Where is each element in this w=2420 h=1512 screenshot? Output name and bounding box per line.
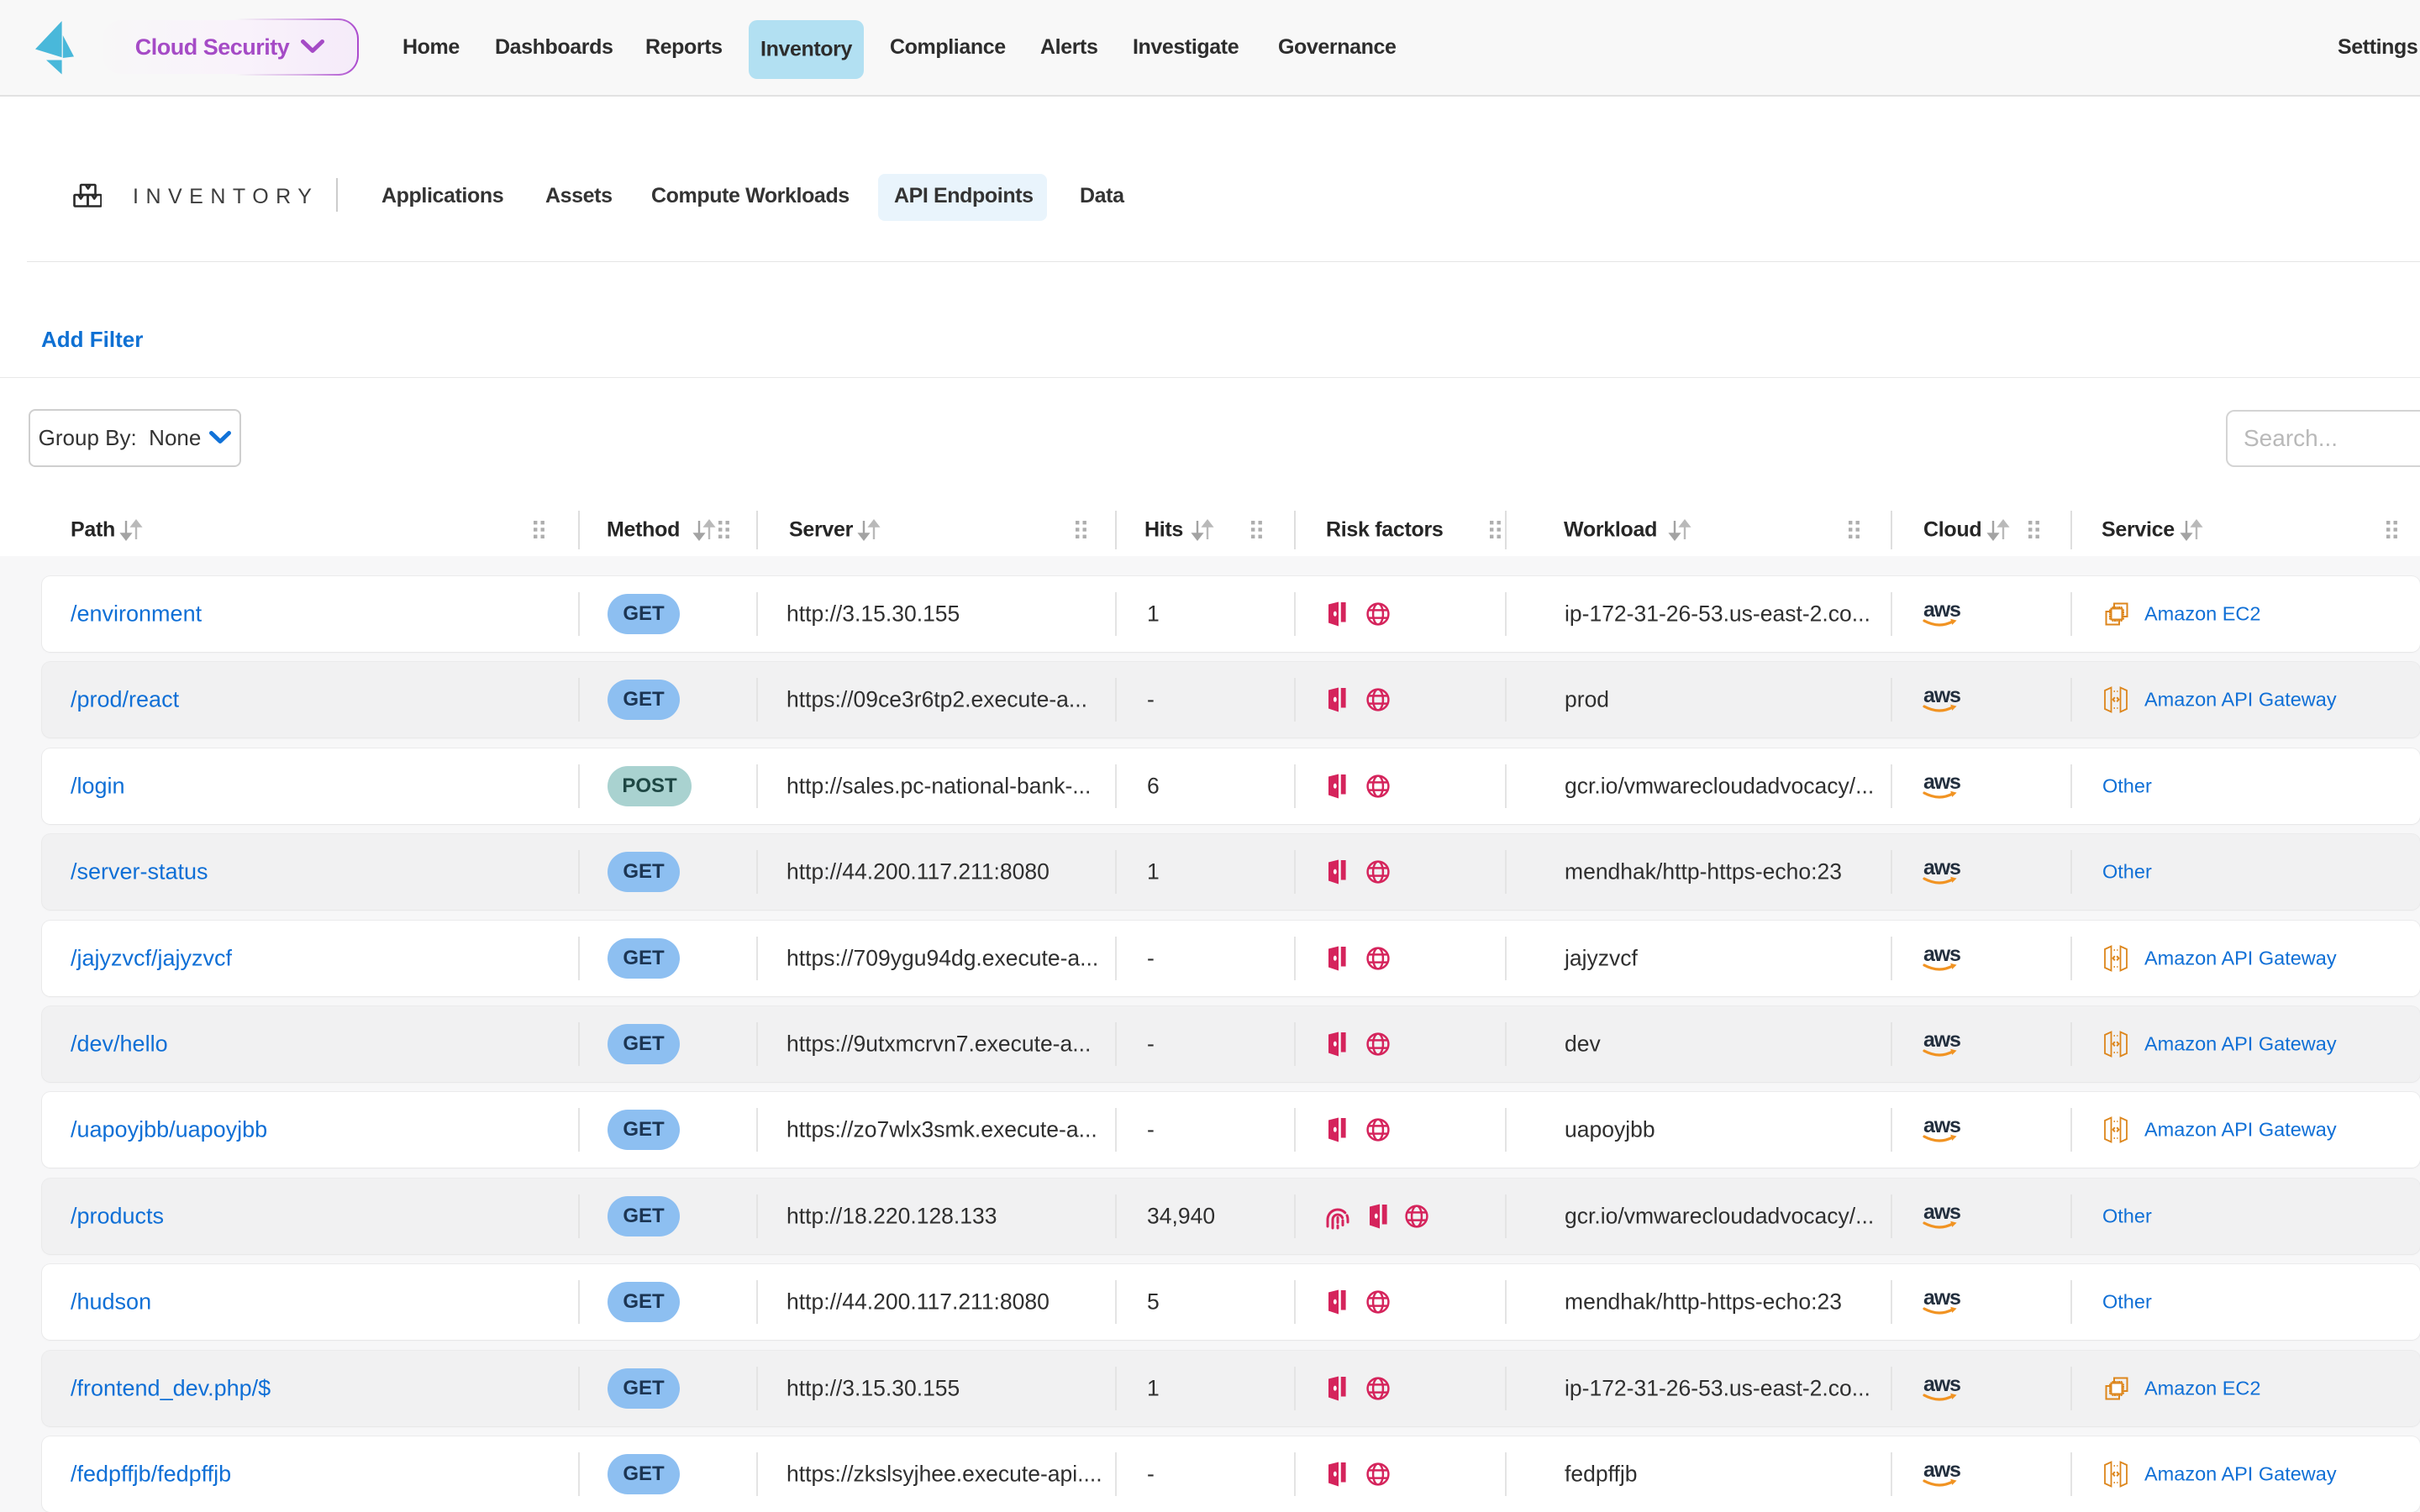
svg-text:aws: aws xyxy=(1923,1286,1960,1310)
svg-text:aws: aws xyxy=(1923,1028,1960,1052)
svg-text:aws: aws xyxy=(1923,1373,1960,1396)
svg-text:aws: aws xyxy=(1923,856,1960,879)
svg-text:aws: aws xyxy=(1923,684,1960,707)
svg-text:aws: aws xyxy=(1923,1458,1960,1482)
svg-text:aws: aws xyxy=(1923,942,1960,966)
svg-text:aws: aws xyxy=(1923,1114,1960,1137)
svg-text:aws: aws xyxy=(1923,770,1960,794)
svg-text:aws: aws xyxy=(1923,1200,1960,1224)
svg-text:aws: aws xyxy=(1923,598,1960,622)
